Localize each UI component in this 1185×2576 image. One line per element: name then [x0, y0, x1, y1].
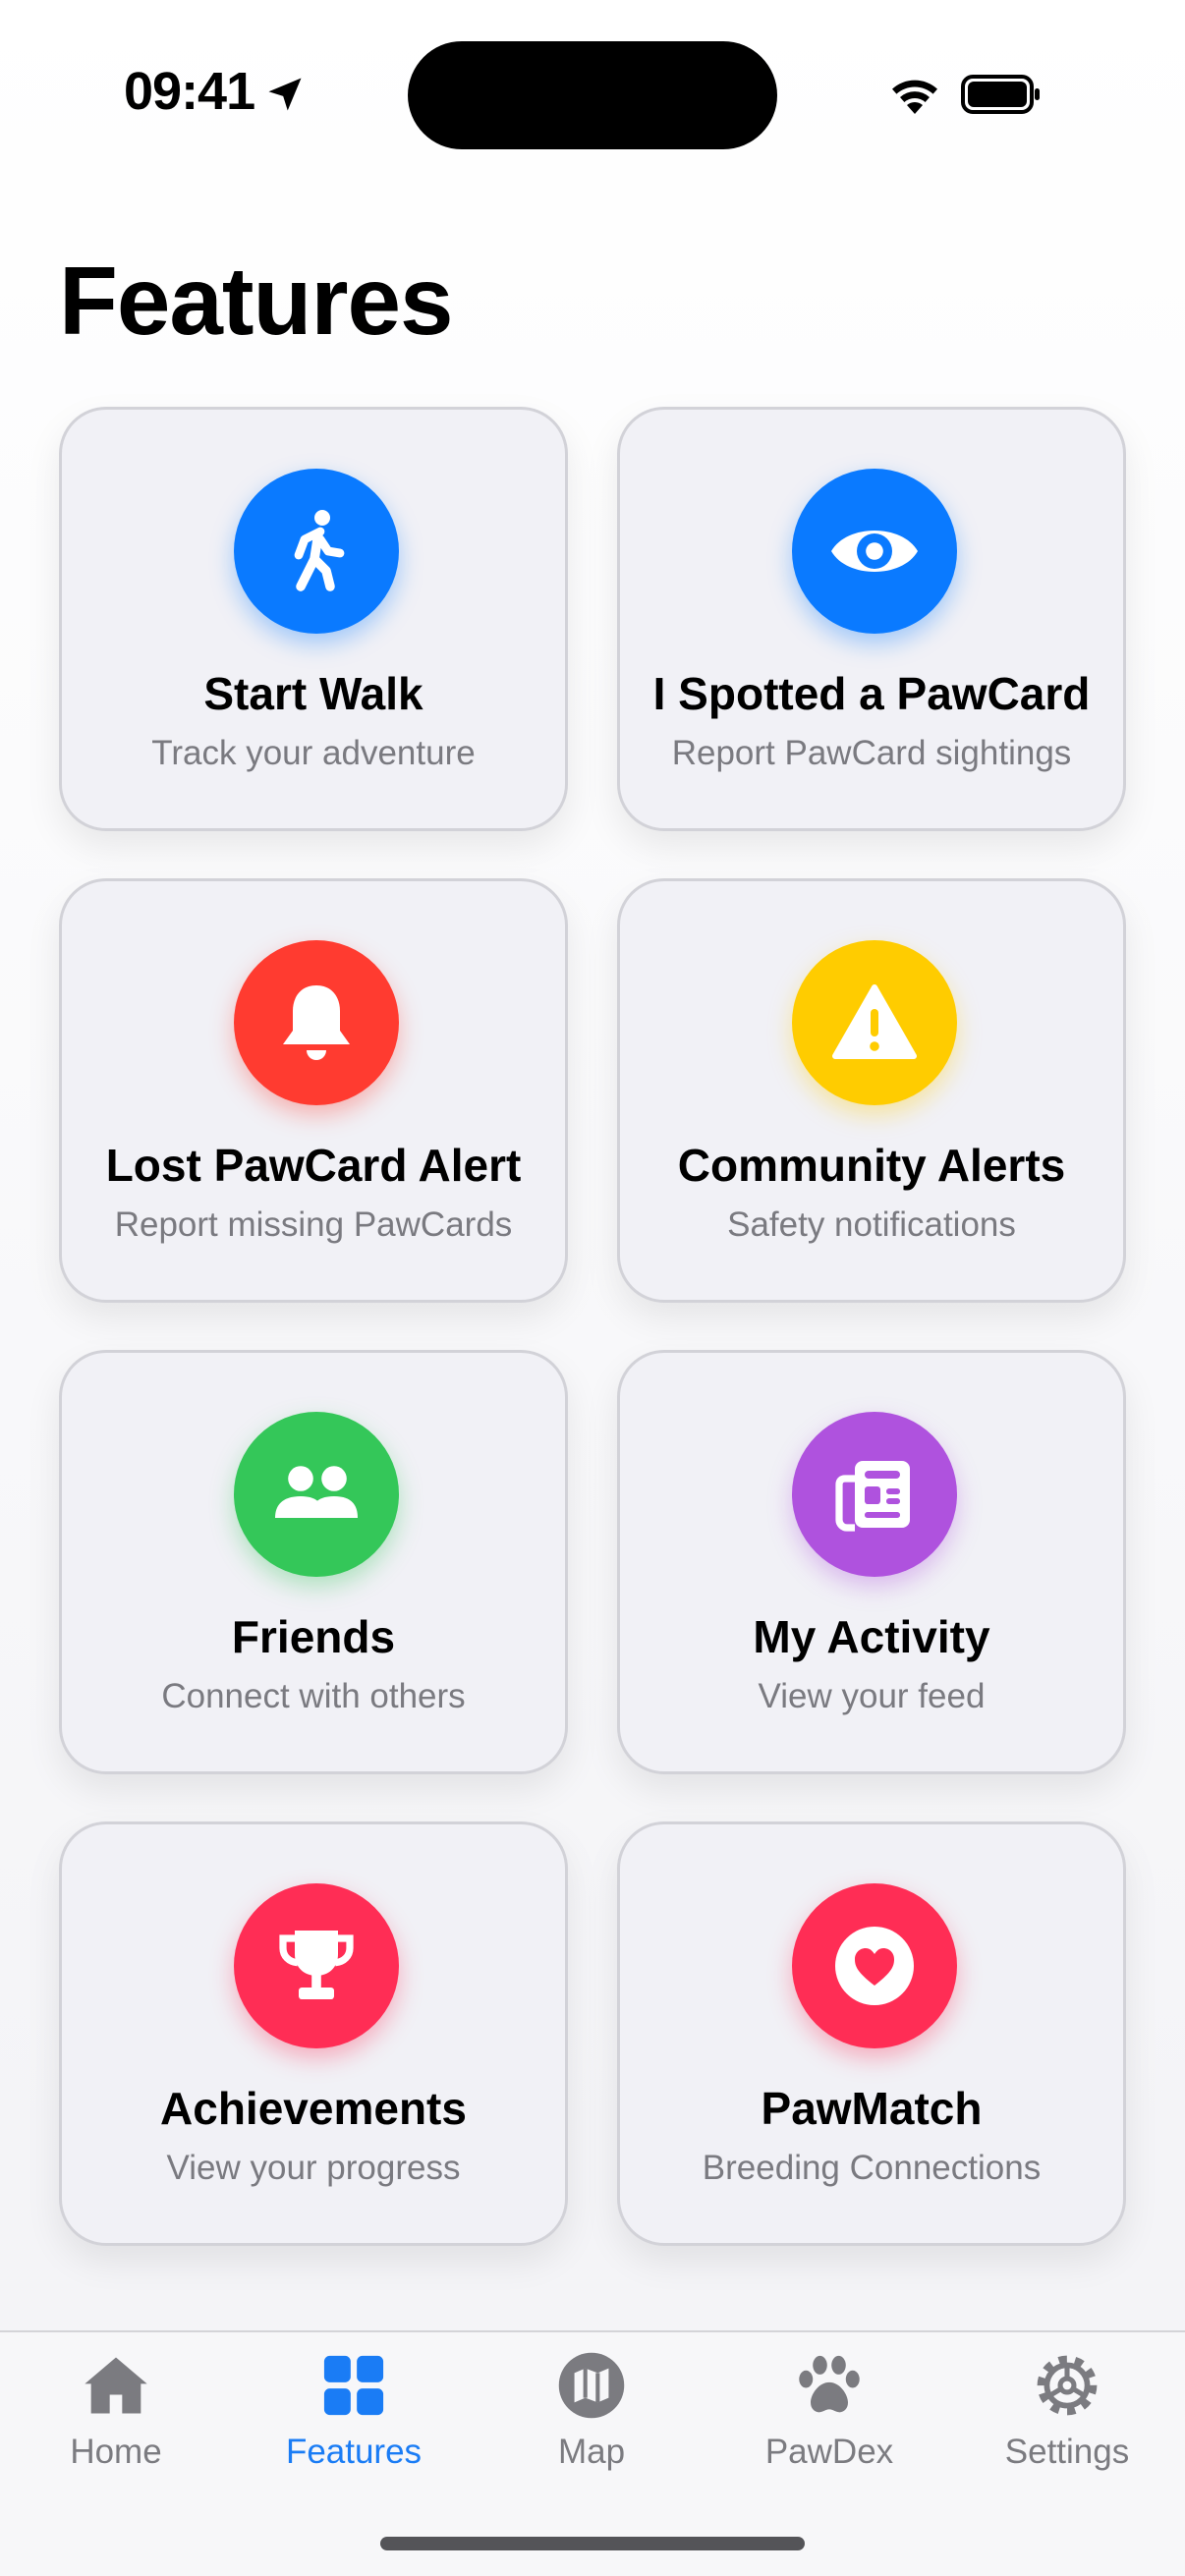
spotted-icon-badge — [792, 469, 957, 634]
tab-map[interactable]: Map — [493, 2348, 690, 2495]
start-walk-icon-badge — [234, 469, 399, 634]
status-bar: 09:41 — [0, 0, 1185, 177]
friends-card[interactable]: Friends Connect with others — [59, 1350, 568, 1774]
page-title: Features — [59, 247, 454, 355]
features-screen: 09:41 Features Start Walk Track your adv… — [0, 0, 1185, 2576]
newspaper-icon — [835, 1461, 910, 1532]
dynamic-island — [408, 41, 777, 149]
my-activity-icon-badge — [792, 1412, 957, 1577]
pawmatch-card[interactable]: PawMatch Breeding Connections — [617, 1821, 1126, 2246]
card-subtitle: Safety notifications — [727, 1205, 1016, 1244]
paw-icon — [799, 2355, 860, 2413]
card-subtitle: Report PawCard sightings — [671, 734, 1072, 772]
card-title: Friends — [231, 1611, 396, 1662]
tab-settings[interactable]: Settings — [969, 2348, 1165, 2495]
tab-label: PawDex — [764, 2433, 894, 2471]
card-subtitle: Breeding Connections — [702, 2149, 1042, 2187]
eye-icon — [831, 531, 918, 572]
card-title: Achievements — [160, 2083, 467, 2134]
card-title: Community Alerts — [677, 1140, 1066, 1191]
tab-features[interactable]: Features — [255, 2348, 452, 2495]
achievements-icon-badge — [234, 1883, 399, 2048]
achievements-card[interactable]: Achievements View your progress — [59, 1821, 568, 2246]
home-indicator — [380, 2537, 805, 2550]
map-icon — [558, 2352, 625, 2419]
features-grid: Start Walk Track your adventure I Spotte… — [59, 407, 1126, 2246]
tab-label: Map — [557, 2433, 626, 2471]
tab-label: Settings — [1004, 2433, 1130, 2471]
card-subtitle: Connect with others — [161, 1677, 466, 1715]
warning-icon — [832, 984, 917, 1059]
tab-label: Features — [285, 2433, 423, 2471]
lost-alert-icon-badge — [234, 940, 399, 1105]
tab-home[interactable]: Home — [18, 2348, 214, 2495]
tab-pawdex[interactable]: PawDex — [731, 2348, 928, 2495]
card-subtitle: Report missing PawCards — [114, 1205, 513, 1244]
spotted-pawcard-card[interactable]: I Spotted a PawCard Report PawCard sight… — [617, 407, 1126, 831]
gear-icon — [1037, 2355, 1098, 2416]
battery-icon — [961, 75, 1040, 114]
my-activity-card[interactable]: My Activity View your feed — [617, 1350, 1126, 1774]
lost-pawcard-alert-card[interactable]: Lost PawCard Alert Report missing PawCar… — [59, 878, 568, 1303]
card-title: PawMatch — [761, 2083, 983, 2134]
community-alerts-icon-badge — [792, 940, 957, 1105]
card-title: My Activity — [753, 1611, 990, 1662]
wifi-icon — [892, 80, 937, 114]
start-walk-card[interactable]: Start Walk Track your adventure — [59, 407, 568, 831]
card-subtitle: View your feed — [758, 1677, 986, 1715]
location-arrow-icon — [268, 78, 302, 111]
friends-icon-badge — [234, 1412, 399, 1577]
status-time: 09:41 — [124, 62, 255, 121]
card-subtitle: View your progress — [166, 2149, 461, 2187]
trophy-icon — [279, 1931, 354, 1999]
card-subtitle: Track your adventure — [151, 734, 476, 772]
tab-label: Home — [70, 2433, 162, 2471]
card-title: I Spotted a PawCard — [652, 668, 1091, 719]
grid-icon — [323, 2355, 384, 2416]
card-title: Start Walk — [203, 668, 423, 719]
house-icon — [85, 2357, 147, 2414]
community-alerts-card[interactable]: Community Alerts Safety notifications — [617, 878, 1126, 1303]
bell-icon — [283, 985, 350, 1060]
card-title: Lost PawCard Alert — [105, 1140, 522, 1191]
heart-icon — [835, 1927, 914, 2005]
walk-icon — [294, 510, 345, 591]
friends-icon — [275, 1466, 358, 1518]
pawmatch-icon-badge — [792, 1883, 957, 2048]
